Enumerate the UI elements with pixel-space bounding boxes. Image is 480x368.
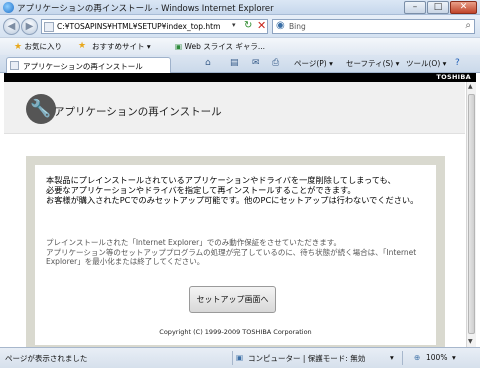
page-icon	[10, 61, 19, 70]
favorites-bar: ★ お気に入り ★ おすすめサイト ▾ ▣ Web スライス ギャラ...	[0, 37, 480, 55]
page-icon	[44, 22, 54, 32]
stop-icon[interactable]: ✕	[257, 19, 266, 32]
close-window-button[interactable]: ✕	[450, 1, 477, 14]
search-provider-icon: ◉	[276, 20, 285, 31]
status-bar: ページが表示されました ▣ コンピューター | 保護モード: 無効 ▾ ⊕ 10…	[0, 347, 480, 368]
note-text: プレインストールされた「Internet Explorer」でのみ動作保証をさせ…	[46, 238, 426, 267]
feeds-icon[interactable]: ▤	[230, 58, 239, 68]
brand-strip: TOSHIBA	[4, 73, 476, 82]
page-menu[interactable]: ページ(P) ▾	[294, 58, 333, 69]
safety-menu[interactable]: セーフティ(S) ▾	[346, 58, 399, 69]
ie-logo-icon	[3, 2, 14, 13]
zoom-icon[interactable]: ⊕	[414, 353, 420, 362]
minimize-button[interactable]: –	[404, 1, 426, 14]
address-dropdown-icon[interactable]: ▾	[232, 21, 236, 29]
favorites-button[interactable]: ★ お気に入り	[14, 41, 62, 52]
scroll-thumb[interactable]	[468, 94, 475, 334]
wrench-icon: 🔧	[26, 94, 56, 124]
add-favorites-icon[interactable]: ★	[78, 41, 86, 51]
tab-reinstall[interactable]: アプリケーションの再インストール	[6, 57, 171, 73]
page-title: アプリケーションの再インストール	[54, 106, 222, 118]
vertical-scrollbar[interactable]: ▲ ▼	[466, 82, 476, 347]
web-slice-gallery-link[interactable]: ▣ Web スライス ギャラ...	[175, 41, 265, 52]
tools-menu[interactable]: ツール(O) ▾	[406, 58, 446, 69]
tab-label: アプリケーションの再インストール	[23, 62, 143, 71]
computer-zone-icon: ▣	[236, 353, 244, 362]
status-text: ページが表示されました	[5, 354, 88, 363]
note-line: プレインストールされた「Internet Explorer」でのみ動作保証をさせ…	[46, 238, 341, 247]
scroll-down-icon[interactable]: ▼	[468, 338, 473, 345]
address-url[interactable]: C:¥TOSAPINS¥HTML¥SETUP¥index_top.htm	[57, 22, 220, 31]
mail-icon[interactable]: ✉	[252, 58, 260, 68]
maximize-button[interactable]: □	[427, 1, 449, 14]
brand-logo: TOSHIBA	[436, 73, 471, 81]
suggested-sites-link[interactable]: おすすめサイト ▾	[92, 41, 151, 52]
tab-command-bar: アプリケーションの再インストール ⌂ ▤ ✉ ⎙ ページ(P) ▾ セーフティ(…	[0, 55, 480, 73]
warning-line: お客様が購入されたPCでのみセットアップ可能です。他のPCにセットアップは行わな…	[46, 195, 419, 205]
note-line: アプリケーション等のセットアッププログラムの処理が完了しているのに、待ち状態が続…	[46, 247, 417, 267]
window-titlebar: アプリケーションの再インストール - Windows Internet Expl…	[0, 0, 480, 15]
warning-line: 本製品にプレインストールされているアプリケーションやドライバを一度削除してしまっ…	[46, 175, 396, 185]
search-placeholder: Bing	[289, 22, 306, 31]
web-slice-label: Web スライス ギャラ...	[184, 42, 266, 51]
favorites-star-icon: ★	[14, 42, 23, 52]
status-options-icon[interactable]: ▾	[390, 353, 394, 362]
status-divider	[232, 351, 233, 365]
copyright-text: Copyright (C) 1999-2009 TOSHIBA Corporat…	[159, 328, 312, 336]
zoom-level[interactable]: 100%	[426, 353, 447, 362]
address-field[interactable]: C:¥TOSAPINS¥HTML¥SETUP¥index_top.htm ▾ ↻…	[41, 19, 268, 34]
print-icon[interactable]: ⎙	[272, 58, 279, 68]
zoom-dropdown-icon[interactable]: ▾	[452, 353, 456, 362]
search-icon[interactable]: ⌕	[465, 20, 471, 31]
help-icon[interactable]: ?	[455, 58, 460, 68]
window-title: アプリケーションの再インストール - Windows Internet Expl…	[17, 4, 274, 14]
forward-button[interactable]: ▶	[21, 18, 38, 35]
back-button[interactable]: ◀	[3, 18, 20, 35]
warning-line: 必要なアプリケーションやドライバを指定して再インストールすることができます。	[46, 185, 356, 195]
security-zone[interactable]: コンピューター | 保護モード: 無効	[248, 353, 365, 364]
page-viewport: TOSHIBA 🔧 アプリケーションの再インストール ▲ ▼ 本製品にプレインス…	[4, 73, 476, 347]
home-icon[interactable]: ⌂	[205, 58, 211, 68]
address-toolbar: ◀ ▶ C:¥TOSAPINS¥HTML¥SETUP¥index_top.htm…	[0, 15, 480, 37]
suggested-sites-label: おすすめサイト ▾	[92, 42, 151, 51]
status-divider	[402, 351, 403, 365]
content-frame: 本製品にプレインストールされているアプリケーションやドライバを一度削除してしまっ…	[26, 156, 445, 347]
content-panel: 本製品にプレインストールされているアプリケーションやドライバを一度削除してしまっ…	[35, 165, 436, 345]
web-slice-icon: ▣	[175, 42, 183, 51]
scroll-up-icon[interactable]: ▲	[468, 83, 473, 90]
favorites-label: お気に入り	[24, 42, 62, 51]
warning-text: 本製品にプレインストールされているアプリケーションやドライバを一度削除してしまっ…	[46, 175, 426, 205]
setup-screen-button[interactable]: セットアップ画面へ	[189, 286, 276, 313]
refresh-icon[interactable]: ↻	[244, 20, 252, 31]
search-input[interactable]: ◉ Bing ⌕	[272, 19, 475, 34]
page-header: 🔧 アプリケーションの再インストール	[4, 82, 465, 134]
